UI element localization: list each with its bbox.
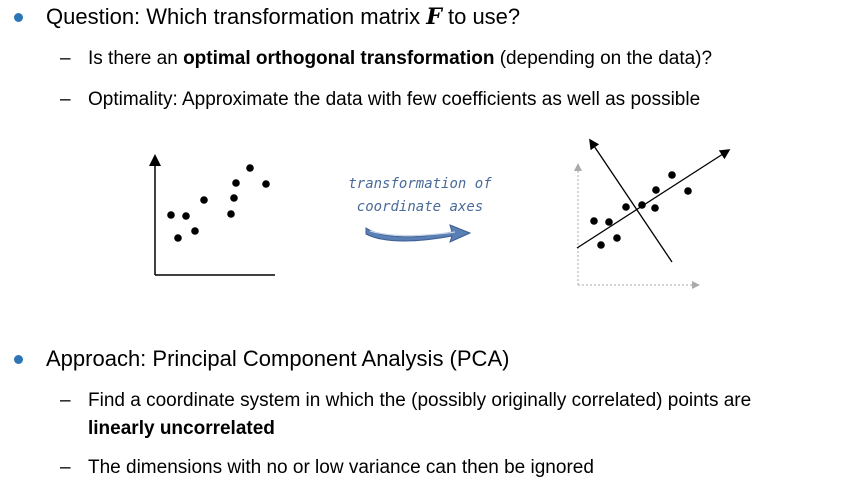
bullet-dot-2 [14,355,23,364]
point [230,194,238,202]
annotation-line-2: coordinate axes [356,199,484,215]
point [597,241,605,249]
approach-bullet: Approach: Principal Component Analysis (… [46,346,510,371]
point [668,171,676,179]
point [262,180,270,188]
annotation-line-1: transformation of [348,176,492,192]
point [651,204,659,212]
point [227,210,235,218]
uncorrelated-bold: linearly uncorrelated [88,418,275,440]
uncorrelated-bold-text: linearly uncorrelated [88,418,275,439]
point [605,218,613,226]
principal-axis-1 [576,149,731,249]
point [182,212,190,220]
dash-4: – [60,457,71,478]
point [638,201,646,209]
point [191,227,199,235]
point [622,203,630,211]
point [652,186,660,194]
point [232,179,240,187]
point [246,164,254,172]
point [167,211,175,219]
point [200,196,208,204]
dash-3: – [60,390,71,411]
variance-subbullet: The dimensions with no or low variance c… [88,457,594,478]
point [174,234,182,242]
point [684,187,692,195]
point [590,217,598,225]
coordinate-system-subbullet: Find a coordinate system in which the (p… [88,390,752,411]
point [613,234,621,242]
